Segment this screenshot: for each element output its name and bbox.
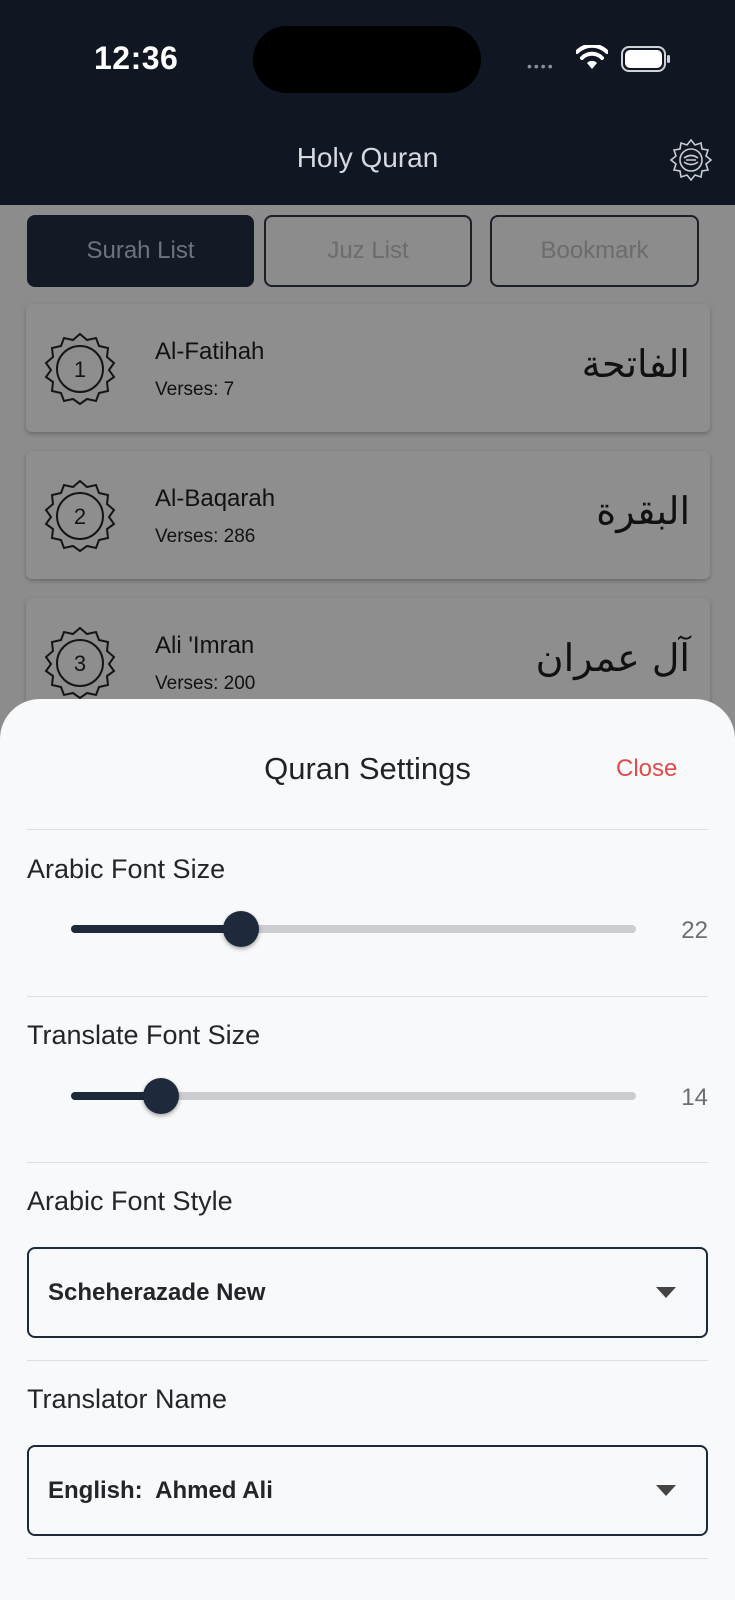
surah-name: Ali 'Imran	[155, 632, 255, 659]
slider-fill	[71, 925, 241, 933]
wifi-icon	[576, 45, 608, 69]
arabic-font-size-value: 22	[681, 917, 708, 944]
divider	[27, 1162, 708, 1163]
svg-text:3: 3	[74, 651, 86, 676]
page-title: Holy Quran	[296, 142, 439, 173]
surah-arabic-name: البقرة	[596, 489, 690, 533]
battery-icon	[621, 46, 670, 72]
surah-verses: Verses: 200	[155, 673, 256, 694]
close-button[interactable]: Close	[616, 755, 677, 783]
tab-bar: Surah List Juz List Bookmark	[27, 215, 699, 287]
surah-arabic-name: آل عمران	[535, 636, 690, 680]
slider-thumb[interactable]	[223, 911, 259, 947]
settings-sheet: Quran Settings Close Arabic Font Size 22…	[0, 699, 735, 1600]
surah-number-badge-icon: 1	[44, 332, 116, 406]
surah-name: Al-Fatihah	[155, 338, 265, 365]
svg-text:1: 1	[74, 357, 86, 382]
translate-font-size-label: Translate Font Size	[27, 1020, 261, 1050]
translate-font-size-slider[interactable]	[71, 1077, 636, 1117]
surah-verses: Verses: 7	[155, 379, 235, 400]
tab-bookmark[interactable]: Bookmark	[490, 215, 699, 287]
surah-number-badge-icon: 2	[44, 479, 116, 553]
surah-number-badge-icon: 3	[44, 626, 116, 700]
tab-juz-list[interactable]: Juz List	[264, 215, 472, 287]
translator-name-label: Translator Name	[27, 1384, 228, 1414]
translator-name-value: English: Ahmed Ali	[48, 1477, 273, 1504]
signal-dots-icon: ••••	[527, 58, 555, 74]
translate-font-size-value: 14	[681, 1084, 708, 1111]
divider	[27, 1558, 708, 1559]
list-item[interactable]: 2 Al-Baqarah Verses: 286 البقرة	[26, 451, 710, 579]
tab-surah-list[interactable]: Surah List	[27, 215, 254, 287]
surah-arabic-name: الفاتحة	[581, 342, 690, 386]
status-time: 12:36	[94, 40, 179, 76]
surah-name: Al-Baqarah	[155, 485, 276, 512]
slider-thumb[interactable]	[143, 1078, 179, 1114]
dynamic-island	[253, 26, 481, 93]
arabic-font-style-value: Scheherazade New	[48, 1279, 266, 1306]
list-item[interactable]: 1 Al-Fatihah Verses: 7 الفاتحة	[26, 304, 710, 432]
svg-text:2: 2	[74, 504, 86, 529]
dropdown-caret-icon	[656, 1485, 676, 1496]
arabic-font-size-label: Arabic Font Size	[27, 854, 226, 884]
arabic-font-size-slider[interactable]	[71, 910, 636, 950]
surah-verses: Verses: 286	[155, 526, 256, 547]
divider	[27, 829, 708, 830]
divider	[27, 996, 708, 997]
divider	[27, 1360, 708, 1361]
dropdown-caret-icon	[656, 1287, 676, 1298]
translator-name-select[interactable]: English: Ahmed Ali	[27, 1445, 708, 1536]
settings-gear-icon[interactable]	[669, 138, 713, 182]
arabic-font-style-select[interactable]: Scheherazade New	[27, 1247, 708, 1338]
app-header: 12:36 •••• Holy Quran	[0, 0, 735, 205]
arabic-font-style-label: Arabic Font Style	[27, 1186, 233, 1216]
